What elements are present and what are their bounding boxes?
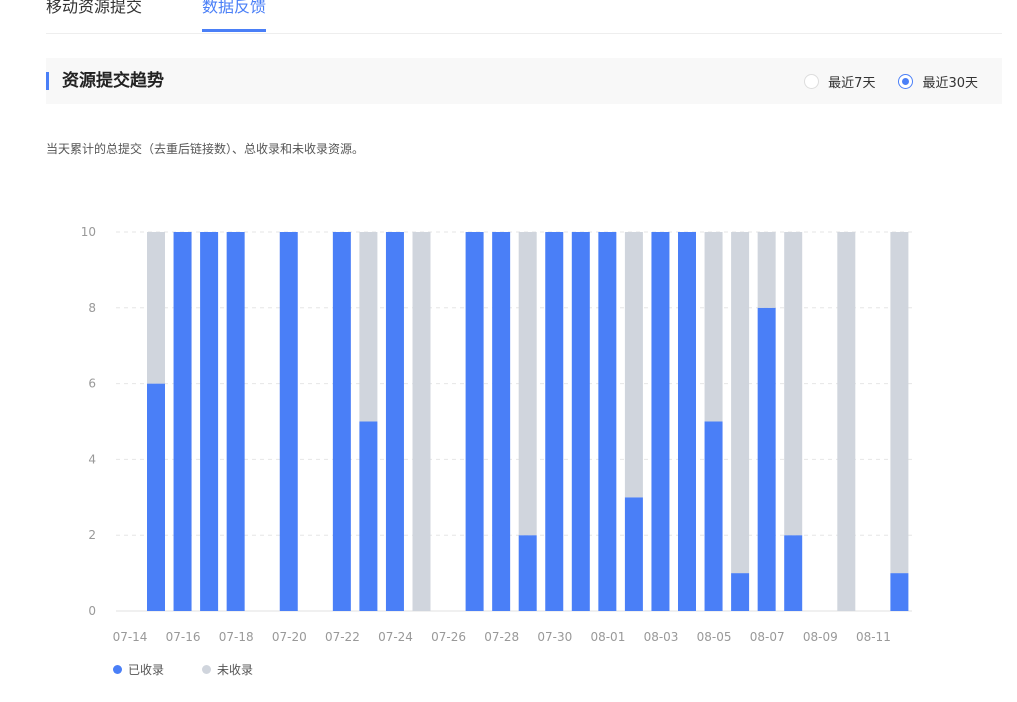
y-tick-label: 0 bbox=[88, 604, 96, 618]
bar-indexed bbox=[890, 573, 909, 611]
legend-label-indexed: 已收录 bbox=[128, 663, 165, 677]
bar-not-indexed bbox=[147, 232, 165, 384]
x-tick-label: 08-01 bbox=[590, 630, 625, 644]
bar-indexed bbox=[678, 232, 696, 611]
x-tick-label: 07-20 bbox=[272, 630, 307, 644]
y-tick-label: 6 bbox=[88, 377, 96, 391]
bar-indexed bbox=[757, 307, 776, 611]
legend-dot-indexed-icon bbox=[113, 665, 122, 674]
x-tick-label: 07-24 bbox=[378, 630, 413, 644]
bar-indexed bbox=[173, 232, 192, 611]
x-tick-label: 07-28 bbox=[484, 630, 519, 644]
x-tick-label: 07-26 bbox=[431, 630, 466, 644]
x-tick-label: 08-11 bbox=[856, 630, 891, 644]
bar-indexed bbox=[704, 421, 723, 611]
bar-not-indexed bbox=[624, 232, 643, 498]
bar-indexed bbox=[624, 497, 643, 611]
bar-indexed bbox=[545, 232, 564, 611]
y-tick-label: 10 bbox=[81, 225, 96, 239]
legend-dot-not-indexed-icon bbox=[202, 665, 212, 674]
y-tick-label: 2 bbox=[88, 528, 96, 542]
bar-indexed bbox=[518, 535, 537, 611]
legend-item-indexed[interactable]: 已收录 bbox=[113, 661, 164, 678]
bar-not-indexed bbox=[359, 232, 378, 422]
x-tick-label: 07-16 bbox=[166, 630, 201, 644]
submission-trend-chart: 0 2 4 6 8 10 07-14 07-16 07-18 07-20 07-22 07-24 07-… bbox=[81, 225, 912, 644]
bar-indexed bbox=[571, 232, 590, 611]
x-tick-label: 08-03 bbox=[644, 630, 679, 644]
bar-indexed bbox=[784, 535, 803, 611]
bar-indexed bbox=[465, 232, 484, 611]
x-tick-label: 07-30 bbox=[537, 630, 572, 644]
bar-indexed bbox=[731, 573, 750, 611]
bar-indexed bbox=[385, 232, 404, 611]
bar-indexed bbox=[147, 383, 165, 611]
bar-not-indexed bbox=[890, 232, 909, 574]
bar-indexed bbox=[279, 232, 298, 611]
y-tick-label: 4 bbox=[88, 452, 96, 466]
bar-not-indexed bbox=[704, 232, 723, 422]
x-tick-label: 08-05 bbox=[697, 630, 732, 644]
bar-not-indexed bbox=[412, 232, 431, 611]
bar-indexed bbox=[598, 232, 617, 611]
legend-item-not-indexed[interactable]: 未收录 bbox=[202, 661, 253, 678]
y-tick-label: 8 bbox=[88, 301, 96, 315]
bar-indexed bbox=[359, 421, 378, 611]
page: 移动资源提交 数据反馈 资源提交趋势 最近7天 最近30天 当天累计的总提交（去… bbox=[0, 0, 1017, 702]
x-tick-label: 07-18 bbox=[219, 630, 254, 644]
x-tick-label: 07-14 bbox=[113, 630, 148, 644]
chart-legend: 已收录 未收录 bbox=[113, 661, 291, 678]
bar-indexed bbox=[492, 232, 511, 611]
bar-not-indexed bbox=[757, 232, 776, 308]
bar-not-indexed bbox=[518, 232, 537, 536]
legend-label-not-indexed: 未收录 bbox=[217, 663, 254, 677]
bar-indexed bbox=[226, 232, 245, 611]
bar-not-indexed bbox=[784, 232, 803, 536]
x-tick-label: 07-22 bbox=[325, 630, 360, 644]
x-tick-label: 08-09 bbox=[803, 630, 838, 644]
x-tick-label: 08-07 bbox=[750, 630, 785, 644]
bar-indexed bbox=[332, 232, 351, 611]
bar-not-indexed bbox=[837, 232, 856, 611]
bar-not-indexed bbox=[731, 232, 750, 574]
bar-indexed bbox=[200, 232, 219, 611]
bar-indexed bbox=[651, 232, 670, 611]
